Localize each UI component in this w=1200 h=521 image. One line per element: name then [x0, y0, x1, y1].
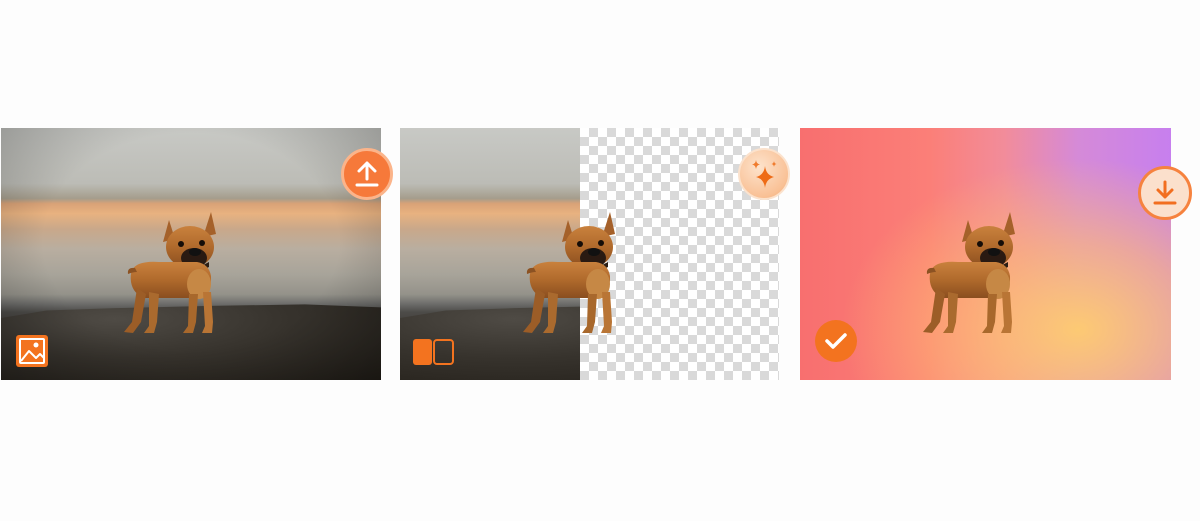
checkmark-icon	[825, 333, 847, 349]
compare-icon	[413, 339, 454, 365]
background-removal-panel	[400, 128, 779, 380]
download-button[interactable]	[1138, 166, 1192, 220]
sparkle-icon	[752, 160, 777, 188]
download-icon	[1153, 180, 1177, 205]
dog-image	[119, 212, 229, 337]
image-icon	[16, 335, 48, 367]
dog-result-image	[918, 212, 1028, 337]
upload-button[interactable]	[341, 148, 393, 200]
original-photo-panel	[1, 128, 381, 380]
upload-icon	[355, 161, 379, 187]
completed-badge	[815, 320, 857, 362]
dog-cutout-image	[518, 212, 628, 337]
ai-remove-button[interactable]	[738, 148, 790, 200]
